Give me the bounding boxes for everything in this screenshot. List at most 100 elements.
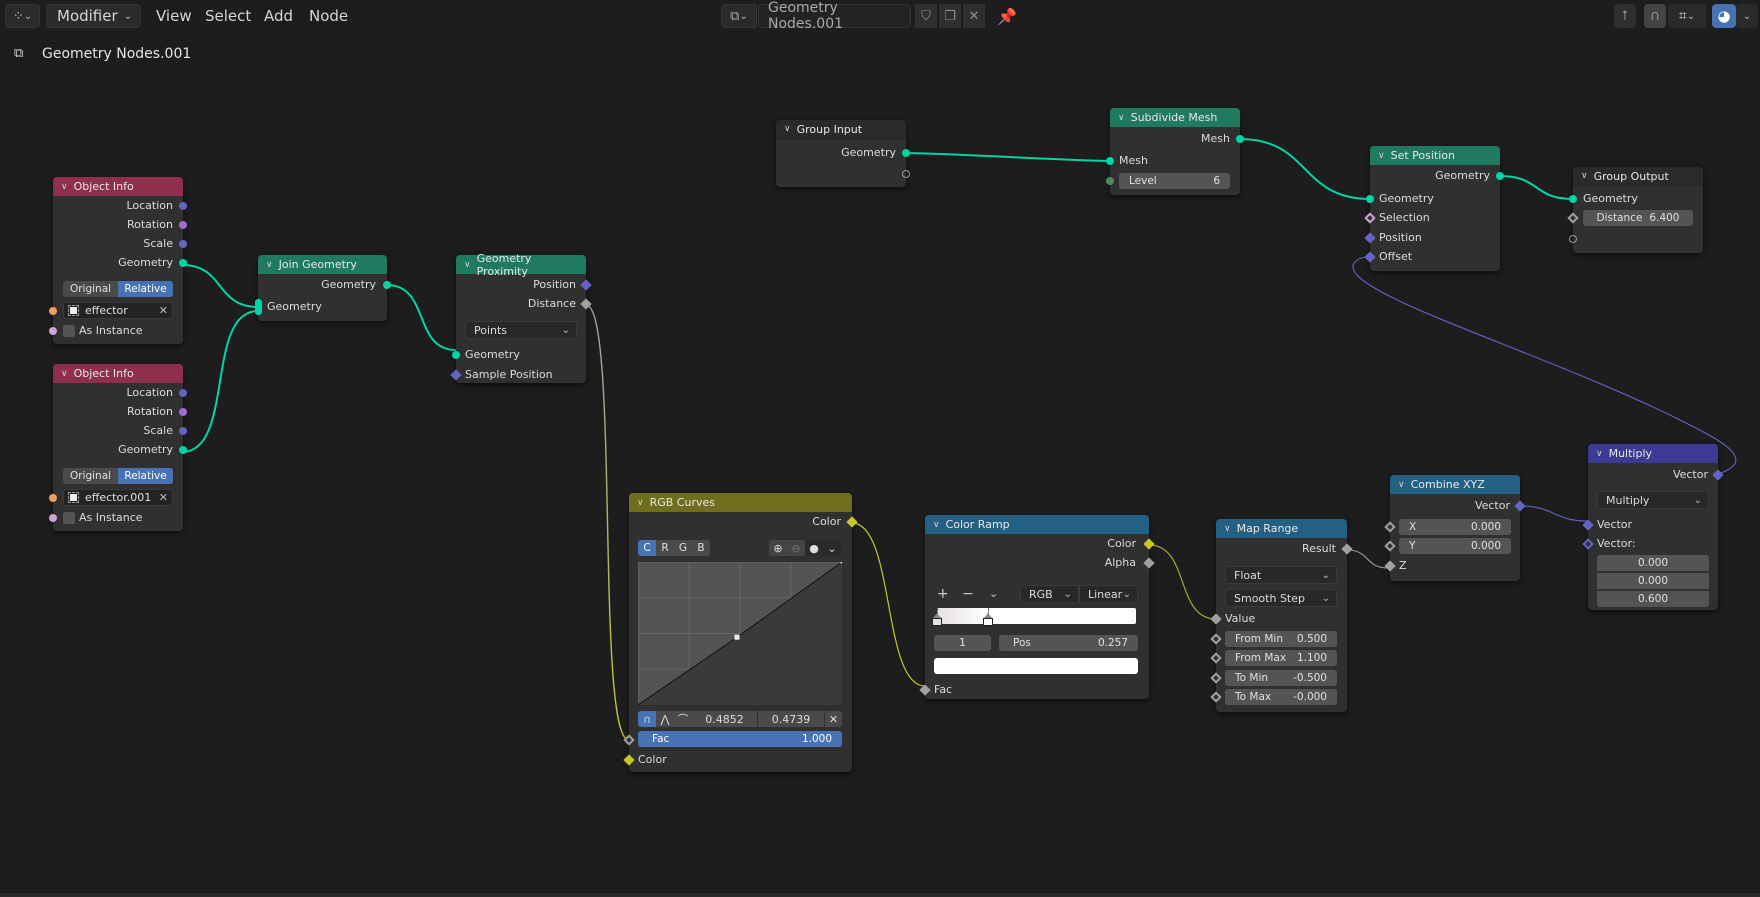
clipping-icon[interactable]: ●: [805, 540, 823, 556]
socket-offset[interactable]: [1364, 251, 1376, 263]
socket-fac[interactable]: [919, 684, 931, 696]
clear-x-icon[interactable]: ✕: [159, 491, 168, 504]
overlay-dropdown-button[interactable]: ⌄: [1736, 4, 1758, 28]
socket-mesh-in[interactable]: [1106, 157, 1114, 165]
socket-color-in[interactable]: [623, 754, 635, 766]
fake-user-shield-icon[interactable]: ⛉: [915, 4, 937, 28]
node-header[interactable]: ∨ Object Info: [53, 177, 183, 196]
operation-dropdown[interactable]: Multiply ⌄: [1597, 491, 1709, 509]
curve-control-point[interactable]: [840, 562, 843, 564]
interpolation-dropdown[interactable]: Smooth Step ⌄: [1225, 589, 1337, 607]
socket-location[interactable]: [179, 202, 187, 210]
node-group-output[interactable]: ∨ Group Output Geometry Distance 6.400: [1567, 167, 1703, 253]
object-field[interactable]: effector ✕: [63, 302, 173, 319]
editor-type-button[interactable]: ⁘ ⌄: [5, 4, 40, 28]
clear-x-icon[interactable]: ✕: [159, 304, 168, 317]
ramp-stop-handle[interactable]: [932, 618, 942, 626]
socket-geometry[interactable]: [902, 149, 910, 157]
point-x-field[interactable]: 0.4852: [692, 711, 757, 727]
target-element-dropdown[interactable]: Points ⌄: [465, 321, 577, 339]
socket-geometry-multi-in[interactable]: [255, 299, 262, 315]
color-mode-dropdown[interactable]: RGB ⌄: [1020, 585, 1079, 603]
socket-vector-out[interactable]: [1514, 500, 1526, 512]
node-header[interactable]: ∨ Combine XYZ: [1390, 475, 1520, 494]
socket-position[interactable]: [1364, 232, 1376, 244]
node-header[interactable]: ∨ Set Position: [1370, 146, 1500, 165]
node-header[interactable]: ∨ Group Output: [1573, 167, 1703, 186]
node-tree-browse-button[interactable]: ⧉ ⌄: [721, 4, 757, 28]
socket-geometry-in[interactable]: [452, 351, 460, 359]
pin-icon[interactable]: 📌: [995, 4, 1019, 28]
socket-to-max[interactable]: [1210, 691, 1222, 703]
node-header[interactable]: ∨ Subdivide Mesh: [1110, 108, 1240, 127]
socket-sample-position[interactable]: [450, 369, 462, 381]
socket-geometry-out[interactable]: [1496, 172, 1504, 180]
zoom-out-icon[interactable]: ⊖: [787, 540, 805, 556]
node-geometry-proximity[interactable]: ∨ Geometry Proximity Position Distance Po…: [450, 252, 592, 383]
socket-alpha[interactable]: [1143, 557, 1155, 569]
fac-slider[interactable]: Fac 1.000: [638, 731, 842, 747]
channel-r[interactable]: R: [656, 540, 674, 556]
socket-vector-b[interactable]: [1582, 538, 1594, 550]
socket-rotation[interactable]: [179, 221, 187, 229]
channel-tabs[interactable]: C R G B: [638, 540, 710, 556]
auto-clamped-handle-icon[interactable]: ⌒: [674, 711, 692, 727]
smooth-handle-icon[interactable]: ∩: [638, 711, 656, 727]
transform-space-toggle[interactable]: Original Relative: [63, 468, 173, 484]
level-field[interactable]: Level 6: [1119, 173, 1230, 189]
node-color-ramp[interactable]: ∨ Color Ramp Color Alpha + − ⌄ RGB ⌄ Linea…: [919, 515, 1155, 699]
collapse-chevron-icon[interactable]: ∨: [637, 498, 644, 508]
collapse-chevron-icon[interactable]: ∨: [61, 182, 68, 192]
collapse-chevron-icon[interactable]: ∨: [933, 520, 940, 530]
collapse-chevron-icon[interactable]: ∨: [464, 260, 471, 270]
node-header[interactable]: ∨ Geometry Proximity: [456, 252, 586, 278]
socket-distance[interactable]: [1567, 212, 1579, 224]
node-header[interactable]: ∨ Map Range: [1216, 519, 1347, 538]
socket-geometry[interactable]: [1569, 195, 1577, 203]
vector-b-z-field[interactable]: 0.600: [1597, 591, 1709, 607]
zoom-in-icon[interactable]: ⊕: [769, 540, 787, 556]
vector-b-x-field[interactable]: 0.000: [1597, 555, 1709, 571]
socket-geometry[interactable]: [179, 259, 187, 267]
transform-space-toggle[interactable]: Original Relative: [63, 281, 173, 297]
x-field[interactable]: X 0.000: [1399, 519, 1511, 535]
menu-node[interactable]: Node: [305, 5, 352, 27]
socket-x[interactable]: [1384, 521, 1396, 533]
mode-select[interactable]: Modifier ⌄: [46, 4, 141, 28]
as-instance-checkbox[interactable]: [63, 512, 75, 524]
socket-object[interactable]: [49, 307, 57, 315]
socket-level[interactable]: [1106, 177, 1114, 185]
node-header[interactable]: ∨ Group Input: [776, 120, 906, 139]
unlink-x-icon[interactable]: ✕: [963, 4, 985, 28]
menu-select[interactable]: Select: [201, 5, 255, 27]
node-set-position[interactable]: ∨ Set Position Geometry Geometry Selectio…: [1364, 146, 1504, 271]
ramp-menu-chevron-icon[interactable]: ⌄: [989, 585, 998, 603]
menu-view[interactable]: View: [152, 5, 196, 27]
node-combine-xyz[interactable]: ∨ Combine XYZ Vector X 0.000 Y 0.000 Z: [1384, 475, 1526, 581]
y-field[interactable]: Y 0.000: [1399, 538, 1511, 554]
ramp-stop-handle[interactable]: [983, 618, 994, 626]
parent-node-tree-icon[interactable]: ⭡: [1614, 4, 1636, 28]
socket-color-out[interactable]: [846, 516, 858, 528]
node-object-info-2[interactable]: ∨ Object Info Location Rotation Scale Geo…: [49, 364, 187, 531]
color-ramp-bar[interactable]: [937, 608, 1136, 624]
vector-b-y-field[interactable]: 0.000: [1597, 573, 1709, 589]
node-object-info-1[interactable]: ∨ Object Info Location Rotation Scale Geo…: [49, 177, 187, 344]
socket-from-max[interactable]: [1210, 652, 1222, 664]
delete-point-x-icon[interactable]: ✕: [825, 711, 842, 727]
duplicate-icon[interactable]: ❐: [939, 4, 961, 28]
remove-stop-icon[interactable]: −: [962, 585, 974, 603]
socket-fac[interactable]: [623, 734, 635, 746]
node-rgb-curves[interactable]: ∨ RGB Curves Color C R G B ⊕ ⊖ ● ⌄ ∩ ⋀ ⌒ …: [623, 493, 858, 772]
socket-geometry-in[interactable]: [1366, 195, 1374, 203]
node-subdivide-mesh[interactable]: ∨ Subdivide Mesh Mesh Mesh Level 6: [1106, 108, 1244, 195]
point-y-field[interactable]: 0.4739: [758, 711, 824, 727]
as-instance-checkbox[interactable]: [63, 325, 75, 337]
socket-z[interactable]: [1384, 560, 1396, 572]
stop-position-field[interactable]: Pos 0.257: [999, 635, 1138, 651]
option-original[interactable]: Original: [63, 468, 118, 484]
socket-vector-out[interactable]: [1712, 469, 1724, 481]
snap-magnet-icon[interactable]: ∩: [1644, 4, 1666, 28]
node-join-geometry[interactable]: ∨ Join Geometry Geometry Geometry: [255, 255, 391, 321]
socket-empty[interactable]: [1569, 235, 1577, 243]
